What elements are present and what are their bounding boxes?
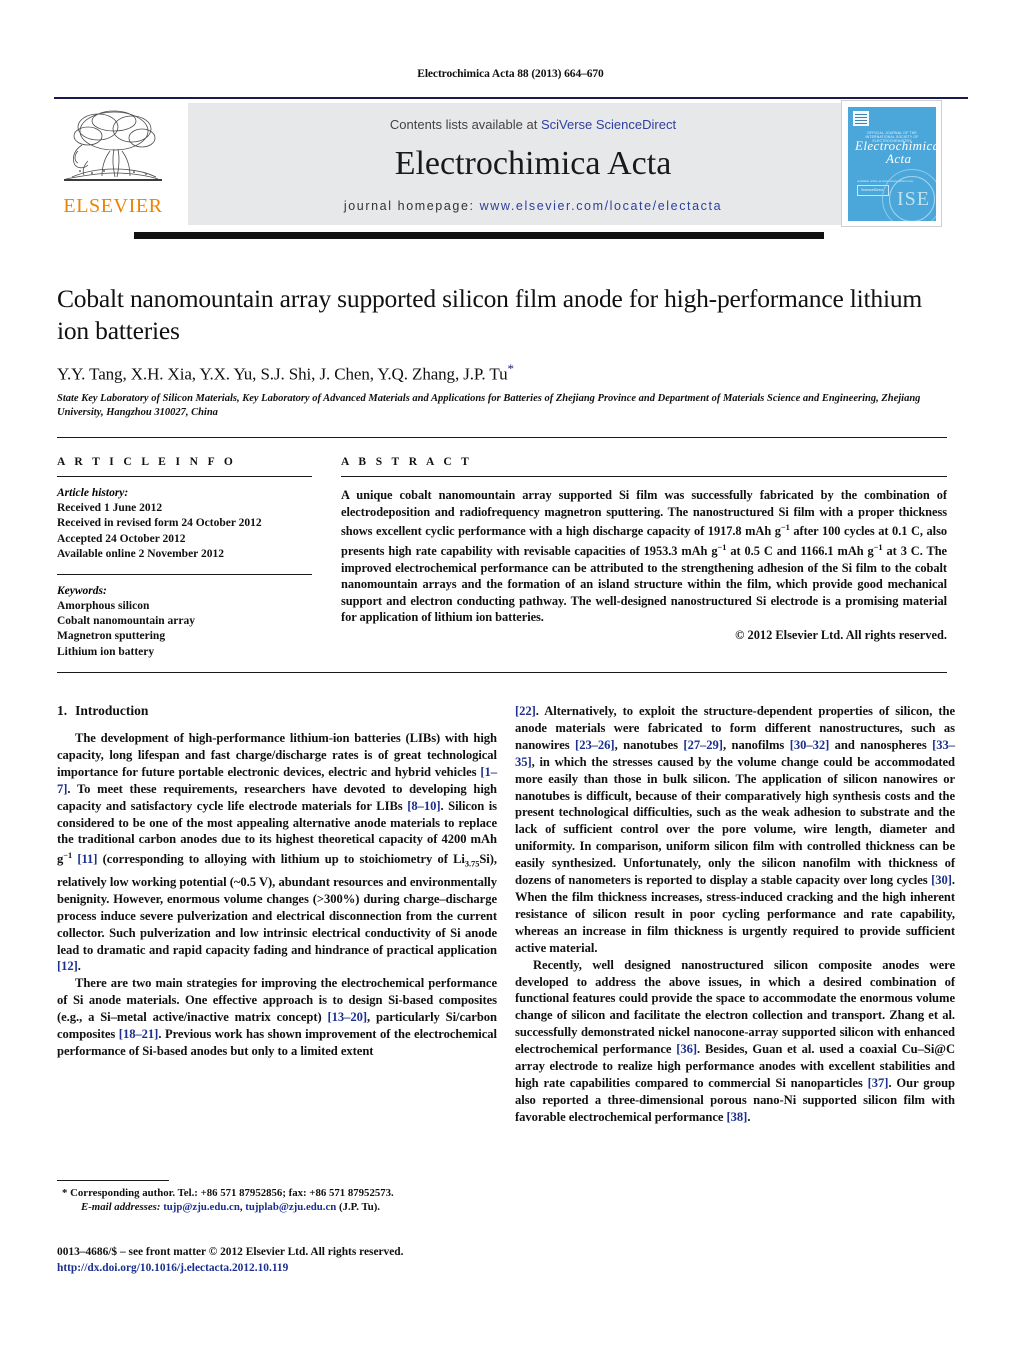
author-names: Y.Y. Tang, X.H. Xia, Y.X. Yu, S.J. Shi, … <box>57 364 508 384</box>
page-title: Cobalt nanomountain array supported sili… <box>57 284 923 345</box>
cover-sciencedirect-label: ScienceDirect <box>861 187 884 192</box>
text-run: . <box>77 959 81 974</box>
email-label: E-mail addresses: <box>81 1201 161 1214</box>
history-item: Available online 2 November 2012 <box>57 548 224 561</box>
text-run: The development of high-performance lith… <box>57 731 497 779</box>
text-run: , in which the stresses caused by the vo… <box>515 754 955 888</box>
masthead-panel: Contents lists available at SciVerse Sci… <box>188 103 878 225</box>
keyword-item: Magnetron sputtering <box>57 630 166 643</box>
article-history-group: Article history: Received 1 June 2012 Re… <box>57 486 312 563</box>
article-history-label: Article history: <box>57 487 129 499</box>
cover-elsevier-icon <box>853 111 869 126</box>
abstract-sup-1: −1 <box>780 523 790 533</box>
journal-title: Electrochimica Acta <box>394 145 672 182</box>
journal-homepage-line: journal homepage: www.elsevier.com/locat… <box>188 199 878 213</box>
cover-title-line2: Acta <box>886 151 912 166</box>
section-title-text: Introduction <box>75 703 149 718</box>
paragraph-intro-2: There are two main strategies for improv… <box>57 975 497 1060</box>
text-run: and nanospheres <box>829 737 933 752</box>
abstract-sup-3: −1 <box>873 542 883 552</box>
email-note: E-mail addresses: tujp@zju.edu.cn, tujpl… <box>81 1201 380 1214</box>
footnote-block: * Corresponding author. Tel.: +86 571 87… <box>57 1186 497 1215</box>
citation-ref[interactable]: [13–20] <box>328 1010 368 1024</box>
text-run: , nanotubes <box>614 737 684 752</box>
abstract-text: A unique cobalt nanomountain array suppo… <box>341 487 947 626</box>
abstract-divider <box>341 476 947 477</box>
text-run: , nanofilms <box>722 737 790 752</box>
ise-seal-text: ISE <box>897 188 930 210</box>
keywords-group: Keywords: Amorphous silicon Cobalt nanom… <box>57 584 312 661</box>
superscript: −1 <box>63 851 73 861</box>
paragraph-intro-2-cont: [22]. Alternatively, to exploit the stru… <box>515 703 955 957</box>
elsevier-tree-icon <box>58 105 166 193</box>
citation-ref[interactable]: [30–32] <box>790 738 830 752</box>
abstract-column: A B S T R A C T A unique cobalt nanomoun… <box>341 456 947 643</box>
contents-prefix: Contents lists available at <box>389 117 541 132</box>
email-link-1[interactable]: tujp@zju.edu.cn <box>163 1201 240 1213</box>
history-item: Received 1 June 2012 <box>57 502 163 514</box>
masthead-top-rule <box>54 97 968 99</box>
paragraph-intro-1: The development of high-performance lith… <box>57 730 497 975</box>
abstract-heading: A B S T R A C T <box>341 456 473 468</box>
journal-cover-image: OFFICIAL JOURNAL OF THE INTERNATIONAL SO… <box>848 107 936 221</box>
tree-ground-line <box>64 179 162 181</box>
body-column-right: [22]. Alternatively, to exploit the stru… <box>515 703 955 1126</box>
email-owner: (J.P. Tu). <box>338 1201 380 1214</box>
elsevier-logo: ELSEVIER <box>54 103 172 225</box>
info-band-bottom-rule <box>57 672 947 673</box>
text-run: (corresponding to alloying with lithium … <box>97 852 465 867</box>
paragraph-intro-3: Recently, well designed nanostructured s… <box>515 957 955 1126</box>
affiliation: State Key Laboratory of Silicon Material… <box>57 392 921 418</box>
article-info-column: A R T I C L E I N F O Article history: R… <box>57 456 312 660</box>
text-run: Si), relatively low working potential (~… <box>57 852 497 957</box>
corresponding-author-note: * Corresponding author. Tel.: +86 571 87… <box>62 1187 394 1199</box>
citation-ref[interactable]: [37] <box>868 1076 889 1090</box>
contents-available-line: Contents lists available at SciVerse Sci… <box>188 117 878 132</box>
sciencedirect-link[interactable]: SciVerse ScienceDirect <box>541 117 676 132</box>
keywords-label: Keywords: <box>57 584 107 597</box>
citation-ref[interactable]: [8–10] <box>407 799 440 813</box>
issn-copyright-block: 0013–4686/$ – see front matter © 2012 El… <box>57 1245 517 1276</box>
info-band-top-rule <box>57 437 947 438</box>
homepage-prefix: journal homepage: <box>343 199 480 213</box>
email-link-2[interactable]: tujplab@zju.edu.cn <box>245 1201 336 1213</box>
running-head: Electrochimica Acta 88 (2013) 664–670 <box>417 68 604 80</box>
keyword-item: Amorphous silicon <box>57 599 150 612</box>
issn-line: 0013–4686/$ – see front matter © 2012 El… <box>57 1246 404 1258</box>
citation-ref[interactable]: [12] <box>57 959 78 973</box>
journal-masthead: ELSEVIER Contents lists available at Sci… <box>54 97 968 227</box>
section-number: 1. <box>57 703 68 718</box>
citation-ref[interactable]: [18–21] <box>119 1027 159 1041</box>
journal-cover-thumbnail: OFFICIAL JOURNAL OF THE INTERNATIONAL SO… <box>841 100 942 227</box>
footnote-rule <box>57 1180 169 1181</box>
article-header: Cobalt nanomountain array supported sili… <box>57 283 947 420</box>
body-column-left: 1. Introduction The development of high-p… <box>57 703 497 1060</box>
history-item: Accepted 24 October 2012 <box>57 532 186 545</box>
article-info-divider-2 <box>57 573 312 575</box>
citation-ref[interactable]: [27–29] <box>683 738 723 752</box>
subscript: 3.75 <box>464 860 480 870</box>
paper-page: Electrochimica Acta 88 (2013) 664–670 EL… <box>0 0 1021 1351</box>
abstract-copyright: © 2012 Elsevier Ltd. All rights reserved… <box>735 628 947 642</box>
corresponding-author-marker: * <box>507 361 514 376</box>
keyword-item: Cobalt nanomountain array <box>57 615 196 628</box>
citation-ref[interactable]: [22] <box>515 704 536 718</box>
abstract-part-3: at 0.5 C and 1166.1 mAh g <box>726 544 874 559</box>
article-info-heading: A R T I C L E I N F O <box>57 456 237 468</box>
citation-ref[interactable]: [38] <box>727 1110 748 1124</box>
citation-ref[interactable]: [30] <box>931 873 952 887</box>
masthead-black-bar <box>134 232 824 239</box>
section-heading-introduction: 1. Introduction <box>57 703 497 719</box>
keyword-item: Lithium ion battery <box>57 645 155 658</box>
citation-ref[interactable]: [11] <box>77 853 97 867</box>
citation-ref[interactable]: [23–26] <box>575 738 615 752</box>
author-list: Y.Y. Tang, X.H. Xia, Y.X. Yu, S.J. Shi, … <box>57 361 947 385</box>
doi-link[interactable]: http://dx.doi.org/10.1016/j.electacta.20… <box>57 1261 517 1277</box>
elsevier-wordmark: ELSEVIER <box>63 195 163 217</box>
text-run: . <box>747 1109 751 1124</box>
history-item: Received in revised form 24 October 2012 <box>57 517 262 530</box>
journal-homepage-link[interactable]: www.elsevier.com/locate/electacta <box>480 199 722 213</box>
article-info-divider <box>57 476 312 477</box>
citation-ref[interactable]: [36] <box>676 1042 697 1056</box>
